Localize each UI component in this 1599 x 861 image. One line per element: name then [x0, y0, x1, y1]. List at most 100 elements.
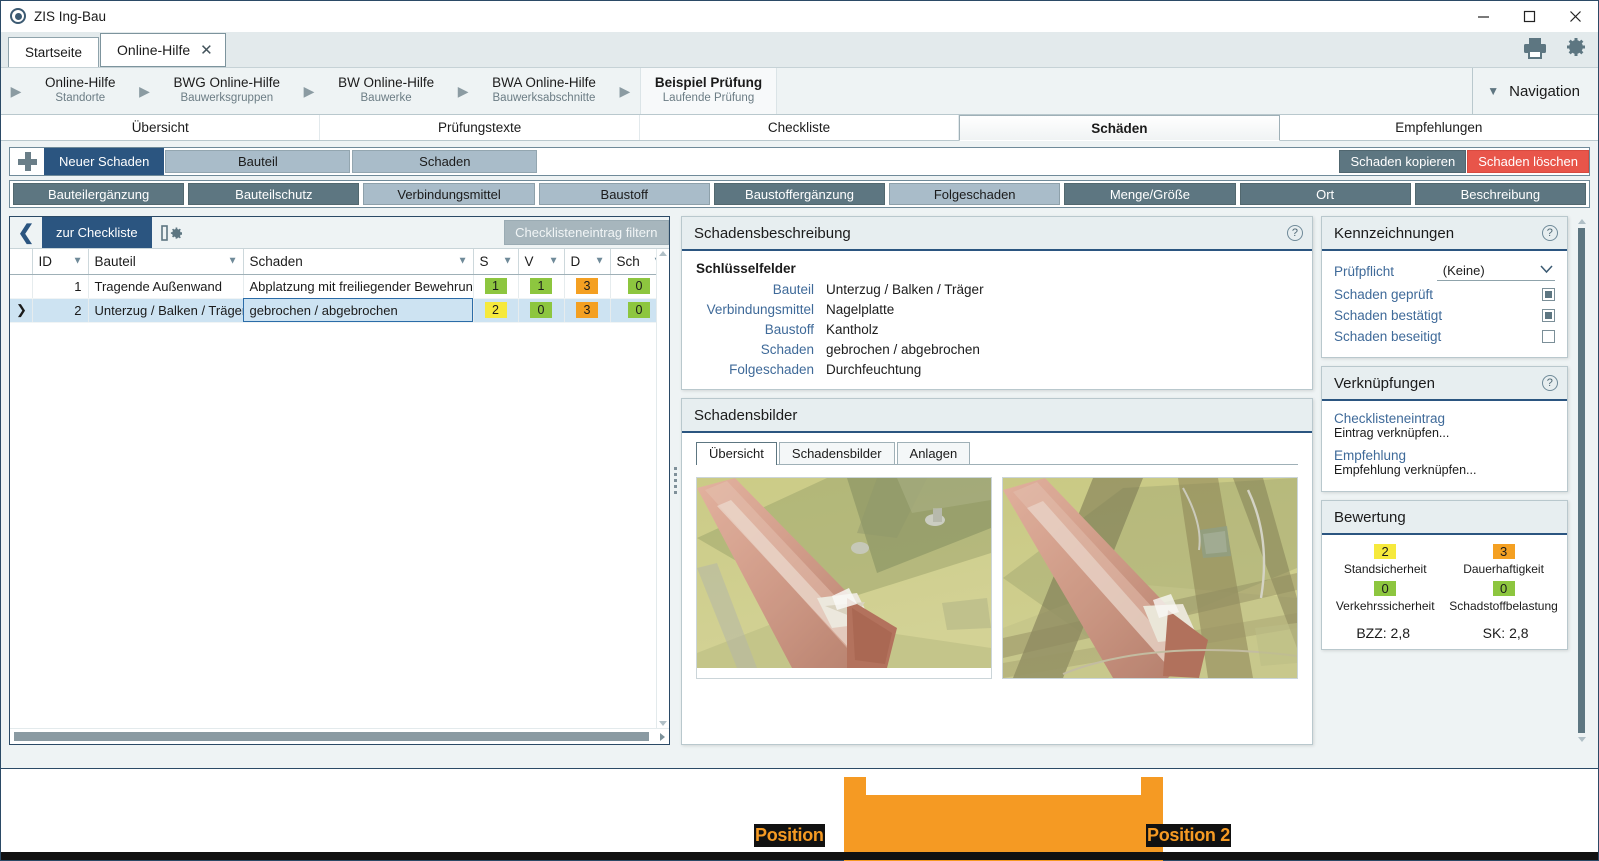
column-header-d[interactable]: D ▼: [564, 249, 611, 275]
filter-icon[interactable]: ▼: [458, 256, 468, 267]
print-icon[interactable]: [1522, 36, 1548, 60]
tab-label: Empfehlungen: [1395, 120, 1483, 135]
filter-icon[interactable]: ▼: [595, 256, 605, 267]
settings-gear-icon[interactable]: [1560, 34, 1588, 62]
damage-photo-1[interactable]: [695, 477, 992, 679]
filter-icon[interactable]: ▼: [503, 256, 513, 267]
subtab-anlagen[interactable]: Anlagen: [896, 442, 971, 464]
chip-bauteilschutz[interactable]: Bauteilschutz: [188, 183, 360, 205]
table-row[interactable]: ❯ 2 Unterzug / Balken / Träger gebrochen…: [10, 298, 669, 323]
scroll-thumb[interactable]: [14, 732, 649, 741]
link-checklisteneintrag[interactable]: Checklisteneintrag: [1334, 411, 1555, 426]
breadcrumb-item-beispiel-pruefung[interactable]: Beispiel Prüfung Laufende Prüfung: [639, 68, 778, 114]
column-header-v[interactable]: V ▼: [518, 249, 565, 275]
navigation-label: Navigation: [1509, 82, 1580, 100]
plus-icon[interactable]: [10, 148, 44, 175]
filter-chip-bauteil[interactable]: Bauteil: [165, 150, 351, 173]
field-value: gebrochen / abgebrochen: [825, 342, 980, 357]
scroll-right-icon[interactable]: [659, 732, 665, 741]
checkbox-row-beseitigt[interactable]: Schaden beseitigt: [1322, 326, 1567, 347]
chip-label: Ort: [1316, 186, 1335, 202]
tab-empfehlungen[interactable]: Empfehlungen: [1280, 115, 1598, 140]
tab-label: Online-Hilfe: [117, 42, 191, 58]
scroll-down-icon[interactable]: [1577, 737, 1586, 742]
link-sub-checklisteneintrag[interactable]: Eintrag verknüpfen...: [1334, 426, 1555, 440]
subtab-schadensbilder[interactable]: Schadensbilder: [778, 442, 895, 464]
scroll-up-icon[interactable]: [1577, 219, 1586, 224]
breadcrumb-item-bw[interactable]: BW Online-Hilfe Bauwerke: [324, 68, 448, 114]
panel-splitter[interactable]: [670, 216, 681, 745]
tab-startseite[interactable]: Startseite: [8, 37, 100, 67]
filter-icon[interactable]: ▼: [73, 256, 83, 267]
grid-vertical-scrollbar[interactable]: [655, 249, 669, 728]
chip-baustoffergaenzung[interactable]: Baustoffergänzung: [713, 183, 886, 205]
back-chevron-icon[interactable]: ❮: [10, 217, 42, 248]
page-vertical-scrollbar[interactable]: [1573, 216, 1591, 745]
checkbox-row-bestaetigt[interactable]: Schaden bestätigt: [1322, 305, 1567, 326]
chip-bauteilergaenzung[interactable]: Bauteilergänzung: [13, 183, 185, 205]
breadcrumb-arrow-icon: ▶: [139, 82, 150, 99]
navigation-button[interactable]: ▼ Navigation: [1472, 68, 1598, 114]
tab-schaeden[interactable]: Schäden: [959, 115, 1280, 141]
tab-online-hilfe[interactable]: Online-Hilfe ✕: [100, 33, 226, 67]
zur-checkliste-button[interactable]: zur Checkliste: [42, 217, 152, 248]
column-header-schaden[interactable]: Schaden ▼: [243, 249, 474, 275]
chip-beschreibung[interactable]: Beschreibung: [1414, 183, 1586, 205]
cell-schaden[interactable]: gebrochen / abgebrochen: [243, 298, 474, 323]
table-row[interactable]: 1 Tragende Außenwand Abplatzung mit frei…: [10, 274, 669, 299]
breadcrumb-arrow-icon: ▶: [10, 82, 22, 99]
chip-folgeschaden[interactable]: Folgeschaden: [889, 183, 1061, 205]
link-sub-empfehlung[interactable]: Empfehlung verknüpfen...: [1334, 463, 1555, 477]
pruefpflicht-select[interactable]: (Keine): [1436, 262, 1555, 281]
card-header: Kennzeichnungen ?: [1321, 217, 1567, 251]
help-icon[interactable]: ?: [1541, 375, 1558, 391]
help-icon[interactable]: ?: [1286, 225, 1303, 241]
grid-horizontal-scrollbar[interactable]: [10, 728, 669, 744]
checkbox-schaden-beseitigt[interactable]: [1541, 330, 1555, 343]
delete-damage-button[interactable]: Schaden löschen: [1467, 150, 1589, 173]
copy-damage-button[interactable]: Schaden kopieren: [1339, 150, 1467, 173]
help-icon[interactable]: ?: [1541, 225, 1558, 241]
link-empfehlung[interactable]: Empfehlung: [1334, 448, 1555, 463]
chip-label: Menge/Größe: [1109, 186, 1191, 202]
maximize-icon[interactable]: [1506, 1, 1552, 31]
annotation-label-position-2: Position 2: [1146, 824, 1232, 847]
filter-icon[interactable]: ▼: [228, 256, 238, 267]
column-header-id[interactable]: ID ▼: [32, 249, 89, 275]
checkbox-schaden-geprueft[interactable]: [1541, 288, 1555, 301]
content-area: ❮ zur Checkliste Checklisteneintrag filt…: [1, 208, 1598, 745]
chip-menge-groesse[interactable]: Menge/Größe: [1064, 183, 1236, 205]
breadcrumb-item-online-hilfe[interactable]: Online-Hilfe Standorte: [31, 68, 130, 114]
column-settings-gear-icon[interactable]: [152, 217, 192, 248]
scroll-track[interactable]: [14, 732, 660, 741]
chip-ort[interactable]: Ort: [1239, 183, 1411, 205]
checkbox-row-geprueft[interactable]: Schaden geprüft: [1322, 284, 1567, 305]
tab-checkliste[interactable]: Checkliste: [640, 115, 960, 140]
checkbox-label: Schaden bestätigt: [1333, 308, 1443, 323]
filter-icon[interactable]: ▼: [549, 256, 559, 267]
tab-uebersicht[interactable]: Übersicht: [1, 115, 321, 140]
new-damage-button[interactable]: Neuer Schaden: [44, 148, 165, 175]
chevron-down-icon: [1540, 264, 1553, 277]
tab-pruefungstexte[interactable]: Prüfungstexte: [320, 115, 640, 140]
minimize-icon[interactable]: [1460, 1, 1506, 31]
damage-photo-2[interactable]: [1001, 477, 1298, 679]
button-label: Checklisteneintrag filtern: [515, 225, 658, 240]
scroll-down-icon[interactable]: [658, 721, 667, 726]
chip-baustoff[interactable]: Baustoff: [538, 183, 710, 205]
chip-verbindungsmittel[interactable]: Verbindungsmittel: [363, 183, 535, 205]
scroll-up-icon[interactable]: [658, 251, 667, 256]
column-header-s[interactable]: S ▼: [473, 249, 519, 275]
close-icon[interactable]: [1552, 1, 1598, 31]
subtab-uebersicht[interactable]: Übersicht: [695, 442, 777, 465]
column-header-bauteil[interactable]: Bauteil ▼: [88, 249, 244, 275]
scroll-thumb[interactable]: [1578, 228, 1586, 733]
card-body: Checklisteneintrag Eintrag verknüpfen...…: [1322, 401, 1567, 491]
field-label: Folgeschaden: [729, 362, 814, 377]
breadcrumb-item-bwa[interactable]: BWA Online-Hilfe Bauwerksabschnitte: [478, 68, 610, 114]
close-tab-icon[interactable]: ✕: [200, 41, 213, 59]
checklist-filter-button[interactable]: Checklisteneintrag filtern: [504, 220, 669, 245]
checkbox-schaden-bestaetigt[interactable]: [1541, 309, 1555, 322]
filter-chip-schaden[interactable]: Schaden: [352, 150, 538, 173]
breadcrumb-item-bwg[interactable]: BWG Online-Hilfe Bauwerksgruppen: [160, 68, 295, 114]
